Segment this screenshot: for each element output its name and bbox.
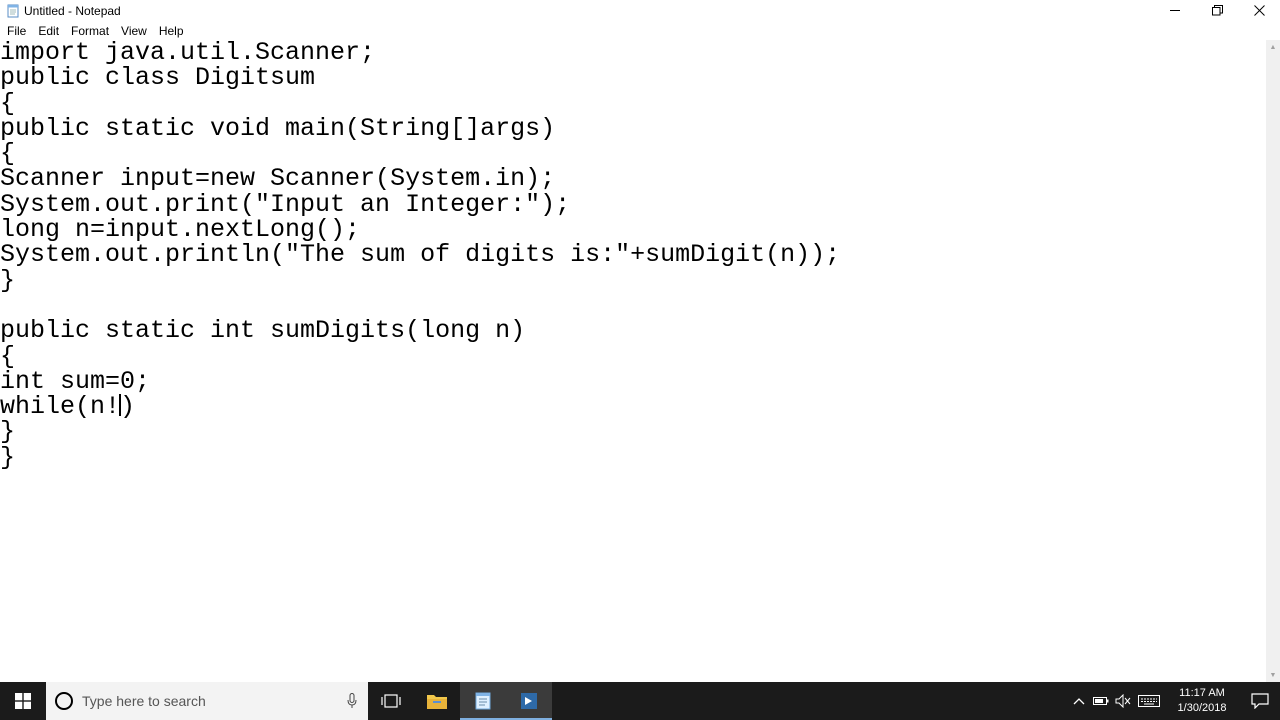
file-explorer-icon — [427, 695, 447, 709]
code-line: } — [0, 442, 16, 472]
menu-file[interactable]: File — [0, 24, 32, 38]
taskbar-clock[interactable]: 11:17 AM 1/30/2018 — [1164, 682, 1240, 720]
restore-button[interactable] — [1196, 0, 1238, 21]
menu-view[interactable]: View — [115, 24, 153, 38]
taskbar-search[interactable]: Type here to search — [46, 682, 368, 720]
scroll-up-icon[interactable]: ▲ — [1266, 40, 1280, 54]
taskbar: Type here to search 11:17 AM 1/30/2018 — [0, 682, 1280, 720]
code-line: public class Digitsum — [0, 63, 316, 93]
close-button[interactable] — [1238, 0, 1280, 21]
file-explorer-button[interactable] — [414, 682, 460, 720]
keyboard-icon[interactable] — [1134, 682, 1164, 720]
task-view-icon — [381, 694, 401, 708]
editor-app-taskbar-button[interactable] — [506, 682, 552, 720]
notepad-icon — [475, 692, 491, 710]
menu-bar: File Edit Format View Help — [0, 21, 1280, 41]
battery-icon[interactable] — [1090, 682, 1112, 720]
system-tray: 11:17 AM 1/30/2018 — [1068, 682, 1280, 720]
scroll-down-icon[interactable]: ▼ — [1266, 668, 1280, 682]
clock-date: 1/30/2018 — [1177, 702, 1227, 714]
notepad-icon — [6, 4, 20, 18]
task-view-button[interactable] — [368, 682, 414, 720]
volume-icon[interactable] — [1112, 682, 1134, 720]
editor-content[interactable]: import java.util.Scanner; public class D… — [0, 40, 840, 470]
chevron-up-icon[interactable] — [1068, 682, 1090, 720]
window-title: Untitled - Notepad — [24, 3, 121, 18]
code-line: public static void main(String[]args) — [0, 113, 556, 143]
code-line: System.out.println("The sum of digits is… — [0, 240, 841, 270]
clock-time: 11:17 AM — [1179, 687, 1225, 699]
close-icon — [1253, 5, 1265, 16]
window-controls — [1154, 0, 1280, 21]
text-editor[interactable]: import java.util.Scanner; public class D… — [0, 40, 1266, 682]
restore-icon — [1211, 5, 1223, 16]
editor-app-icon — [521, 693, 537, 709]
microphone-icon[interactable] — [342, 693, 362, 709]
action-center-icon — [1251, 693, 1269, 709]
menu-help[interactable]: Help — [153, 24, 190, 38]
code-line: } — [0, 265, 16, 295]
code-line: while(n! — [0, 392, 121, 422]
search-placeholder: Type here to search — [82, 693, 206, 709]
cortana-circle-icon — [54, 691, 74, 711]
notepad-taskbar-button[interactable] — [460, 682, 506, 720]
title-bar: Untitled - Notepad — [0, 0, 1280, 21]
action-center-button[interactable] — [1240, 682, 1280, 720]
start-button[interactable] — [0, 682, 46, 720]
windows-logo-icon — [15, 693, 31, 709]
minimize-button[interactable] — [1154, 0, 1196, 21]
code-line: public static int sumDigits(long n) — [0, 316, 526, 346]
menu-format[interactable]: Format — [65, 24, 115, 38]
minimize-icon — [1169, 10, 1180, 11]
vertical-scrollbar[interactable]: ▲ ▼ — [1266, 40, 1280, 682]
menu-edit[interactable]: Edit — [32, 24, 65, 38]
code-line-suffix: ) — [120, 392, 136, 422]
